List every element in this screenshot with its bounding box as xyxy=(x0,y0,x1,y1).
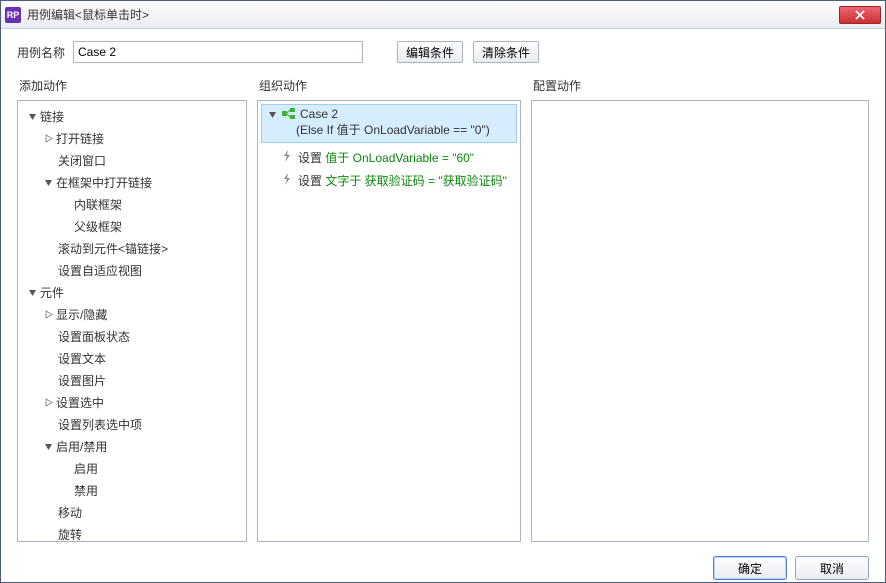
case-name-label: 用例名称 xyxy=(17,44,73,61)
clear-condition-button[interactable]: 清除条件 xyxy=(473,41,539,63)
action-item-1[interactable]: 设置 值于 OnLoadVariable = "60" xyxy=(258,146,520,169)
triangle-down-icon xyxy=(42,176,54,188)
close-icon xyxy=(855,10,865,20)
edit-condition-button[interactable]: 编辑条件 xyxy=(397,41,463,63)
tree-group-widgets[interactable]: 元件 xyxy=(20,281,244,303)
tree-item-disable[interactable]: 禁用 xyxy=(20,479,244,501)
tree-item-close-window[interactable]: 关闭窗口 xyxy=(20,149,244,171)
tree-item-rotate[interactable]: 旋转 xyxy=(20,523,244,542)
add-action-header: 添加动作 xyxy=(17,77,247,94)
window-title: 用例编辑<鼠标单击时> xyxy=(27,6,839,23)
triangle-right-icon xyxy=(42,396,54,408)
action2-detail: 文字于 获取验证码 = "获取验证码" xyxy=(325,174,507,188)
action-item-2[interactable]: 设置 文字于 获取验证码 = "获取验证码" xyxy=(258,169,520,192)
tree-item-adaptive-view[interactable]: 设置自适应视图 xyxy=(20,259,244,281)
organize-action-panel: Case 2 (Else If 值于 OnLoadVariable == "0"… xyxy=(257,100,521,542)
config-action-header: 配置动作 xyxy=(531,77,869,94)
action1-prefix: 设置 xyxy=(298,151,325,165)
cancel-button[interactable]: 取消 xyxy=(795,556,869,580)
tree-item-set-image[interactable]: 设置图片 xyxy=(20,369,244,391)
case-name-input[interactable] xyxy=(73,41,363,63)
triangle-down-icon xyxy=(26,110,38,122)
tree-item-scroll-anchor[interactable]: 滚动到元件<锚链接> xyxy=(20,237,244,259)
tree-item-panel-state[interactable]: 设置面板状态 xyxy=(20,325,244,347)
action2-prefix: 设置 xyxy=(298,174,325,188)
tree-item-enable[interactable]: 启用 xyxy=(20,457,244,479)
triangle-down-icon xyxy=(26,286,38,298)
tree-item-open-in-frame[interactable]: 在框架中打开链接 xyxy=(20,171,244,193)
action1-detail: 值于 OnLoadVariable = "60" xyxy=(325,151,474,165)
tree-item-open-link[interactable]: 打开链接 xyxy=(20,127,244,149)
tree-item-parent-frame[interactable]: 父级框架 xyxy=(20,215,244,237)
lightning-icon xyxy=(280,150,294,162)
tree-item-enable-disable[interactable]: 启用/禁用 xyxy=(20,435,244,457)
triangle-down-icon xyxy=(266,108,278,120)
lightning-icon xyxy=(280,173,294,185)
config-action-panel xyxy=(531,100,869,542)
tree-item-show-hide[interactable]: 显示/隐藏 xyxy=(20,303,244,325)
tree-item-move[interactable]: 移动 xyxy=(20,501,244,523)
tree-item-list-selected[interactable]: 设置列表选中项 xyxy=(20,413,244,435)
tree-item-inline-frame[interactable]: 内联框架 xyxy=(20,193,244,215)
case-icon xyxy=(282,108,296,120)
triangle-down-icon xyxy=(42,440,54,452)
triangle-right-icon xyxy=(42,308,54,320)
ok-button[interactable]: 确定 xyxy=(713,556,787,580)
case-condition-text: (Else If 值于 OnLoadVariable == "0") xyxy=(266,121,512,138)
add-action-panel: 链接 打开链接 关闭窗口 在框架中打开链接 内联框架 父级框架 滚动到元件<锚链… xyxy=(17,100,247,542)
organize-action-header: 组织动作 xyxy=(257,77,521,94)
case-node[interactable]: Case 2 (Else If 值于 OnLoadVariable == "0"… xyxy=(261,104,517,143)
app-icon: RP xyxy=(5,7,21,23)
tree-item-set-text[interactable]: 设置文本 xyxy=(20,347,244,369)
tree-group-links[interactable]: 链接 xyxy=(20,105,244,127)
close-button[interactable] xyxy=(839,6,881,24)
case-name-text: Case 2 xyxy=(300,107,338,121)
tree-item-set-selected[interactable]: 设置选中 xyxy=(20,391,244,413)
triangle-right-icon xyxy=(42,132,54,144)
